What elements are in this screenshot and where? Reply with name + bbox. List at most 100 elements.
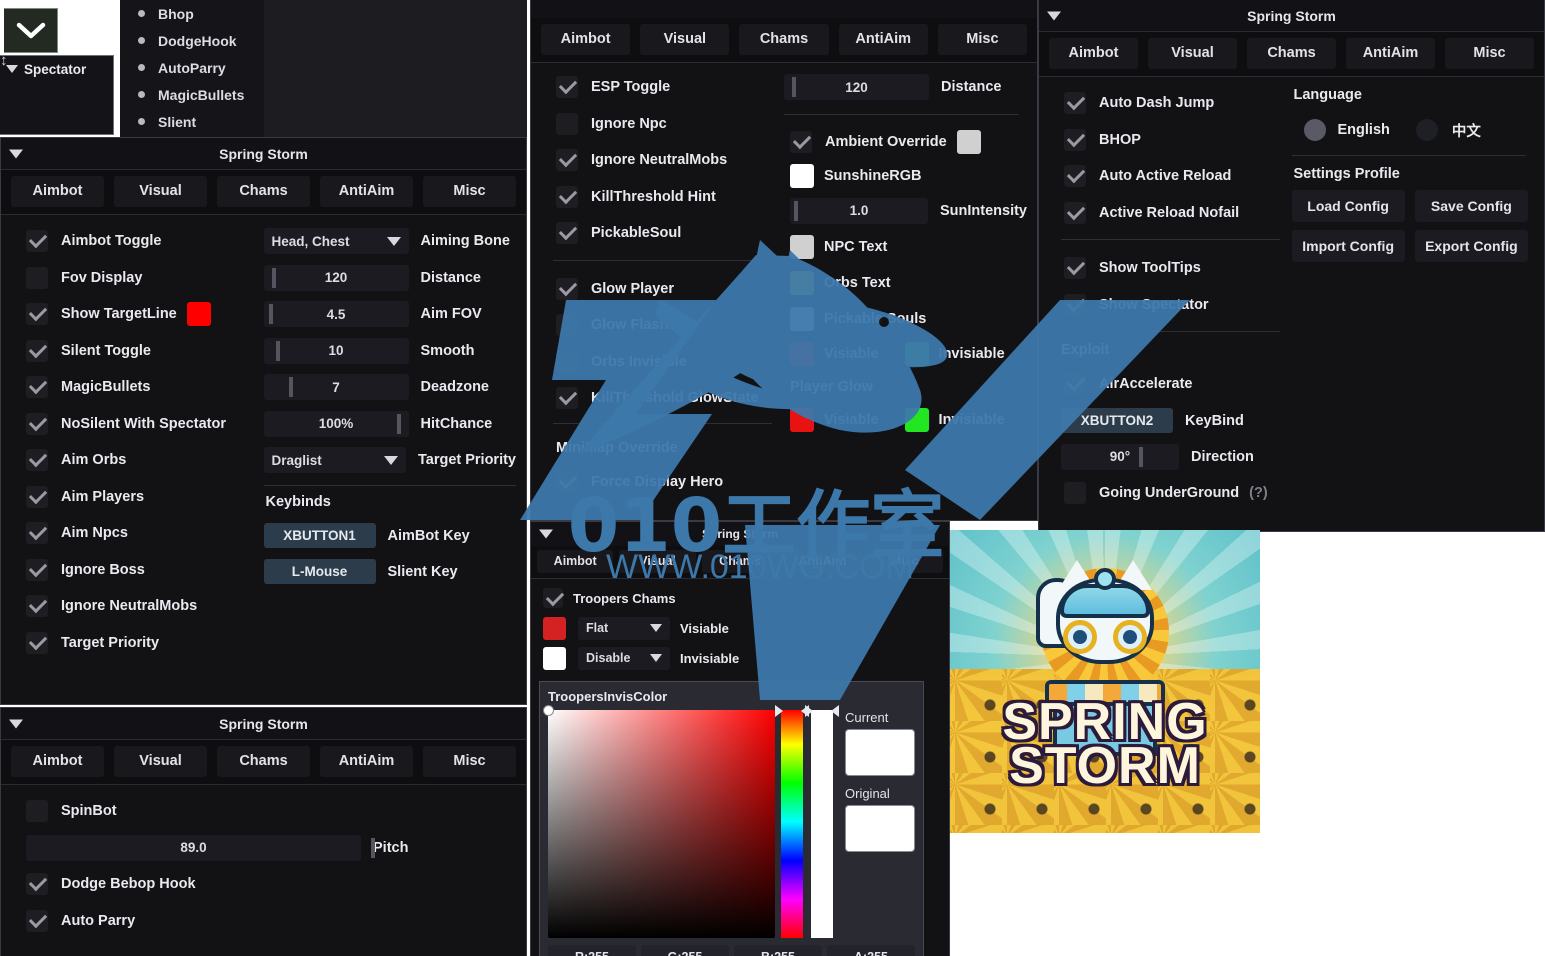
checkbox[interactable]: [26, 266, 48, 289]
option-glow-player[interactable]: Glow Player: [541, 271, 784, 308]
checkbox[interactable]: [556, 222, 578, 245]
tab-antiaim[interactable]: AntiAim: [1346, 38, 1435, 69]
checkbox[interactable]: [26, 800, 48, 823]
antiaim-panel-header[interactable]: Spring Storm: [1, 708, 526, 740]
ambient-color-swatch[interactable]: [956, 129, 981, 154]
checkbox[interactable]: [543, 588, 563, 608]
checkbox[interactable]: [26, 909, 48, 932]
alpha-arrow-right-icon[interactable]: [831, 705, 839, 717]
import-config-button[interactable]: Import Config: [1291, 230, 1405, 262]
tab-chams[interactable]: Chams: [217, 746, 310, 777]
checkbox[interactable]: [556, 387, 578, 410]
option-spinbot[interactable]: SpinBot: [11, 793, 516, 830]
option-orbs-invisible[interactable]: Orbs Invisible: [541, 344, 784, 381]
tab-misc[interactable]: Misc: [937, 24, 1028, 55]
tab-chams[interactable]: Chams: [739, 24, 829, 55]
invisiable-color-swatch[interactable]: [904, 408, 929, 432]
green-field[interactable]: G:255: [641, 945, 729, 956]
option-going-underground[interactable]: Going UnderGround (?): [1049, 475, 1292, 512]
option-sunshine-rgb[interactable]: SunshineRGB: [784, 159, 1027, 193]
checkbox[interactable]: [556, 76, 578, 99]
direction-slider[interactable]: 90°: [1061, 443, 1179, 470]
caret-down-icon[interactable]: [6, 65, 18, 73]
option-dodge-bebop-hook[interactable]: Dodge Bebop Hook: [11, 866, 516, 903]
chams-invisiable-mode-select[interactable]: Disable: [578, 646, 670, 670]
tab-misc[interactable]: Misc: [1445, 38, 1534, 69]
checkbox[interactable]: [556, 314, 578, 337]
slider-knob[interactable]: [271, 267, 276, 288]
visual-distance-slider[interactable]: 120: [784, 74, 929, 101]
deadzone-slider[interactable]: 7: [263, 374, 409, 401]
hitchance-slider[interactable]: 100%: [263, 410, 409, 437]
radio-english[interactable]: [1303, 119, 1326, 141]
option-auto-parry[interactable]: Auto Parry: [11, 903, 516, 940]
checkbox[interactable]: [26, 339, 48, 362]
slider-knob[interactable]: [268, 304, 273, 325]
misc-panel-header[interactable]: Spring Storm: [1039, 0, 1544, 32]
option-show-tooltips[interactable]: Show ToolTips: [1049, 250, 1292, 287]
tab-aimbot[interactable]: Aimbot: [1049, 38, 1138, 69]
checkbox[interactable]: [1064, 257, 1086, 280]
chams-panel-header[interactable]: Spring Storm: [531, 522, 949, 546]
chevron-down-button[interactable]: [4, 8, 58, 53]
option-ignore-boss[interactable]: Ignore Boss: [11, 552, 264, 589]
radio-chinese[interactable]: [1415, 119, 1438, 141]
option-fov-display[interactable]: Fov Display: [11, 260, 264, 297]
distance-slider[interactable]: 120: [263, 264, 409, 291]
option-ignore-npc[interactable]: Ignore Npc: [541, 106, 784, 143]
option-show-targetline[interactable]: Show TargetLine: [11, 296, 264, 333]
option-troopers-chams[interactable]: Troopers Chams: [531, 583, 949, 613]
slider-knob[interactable]: [371, 837, 375, 858]
exploit-key-button[interactable]: XBUTTON2: [1061, 408, 1173, 433]
save-config-button[interactable]: Save Config: [1414, 190, 1528, 222]
checkbox[interactable]: [556, 277, 578, 300]
option-ambient-override[interactable]: Ambient Override: [784, 125, 1027, 159]
tab-visual[interactable]: Visual: [640, 24, 730, 55]
option-killthreshold-hint[interactable]: KillThreshold Hint: [541, 179, 784, 216]
npc-text-color-swatch[interactable]: [790, 235, 814, 259]
tab-chams[interactable]: Chams: [701, 550, 779, 573]
option-show-spectator[interactable]: Show Spectator: [1049, 287, 1292, 324]
chams-visiable-mode-select[interactable]: Flat: [578, 616, 670, 640]
tab-aimbot[interactable]: Aimbot: [537, 550, 614, 573]
target-priority-select[interactable]: Draglist: [263, 447, 406, 474]
checkbox[interactable]: [556, 350, 578, 373]
hue-slider[interactable]: [775, 705, 810, 938]
option-auto-active-reload[interactable]: Auto Active Reload: [1049, 158, 1292, 195]
blue-field[interactable]: B:255: [734, 945, 822, 956]
aimbot-panel-header[interactable]: Spring Storm: [1, 138, 526, 170]
tab-aimbot[interactable]: Aimbot: [11, 746, 104, 777]
checkbox[interactable]: [556, 185, 578, 208]
option-pickable-souls[interactable]: Pickable Souls: [784, 301, 1027, 337]
checkbox[interactable]: [1064, 482, 1086, 505]
option-ignore-neutralmobs[interactable]: Ignore NeutralMobs: [541, 142, 784, 179]
caret-down-icon[interactable]: [1047, 11, 1061, 20]
option-orbs-text[interactable]: Orbs Text: [784, 265, 1027, 301]
option-ignore-neutralmobs[interactable]: Ignore NeutralMobs: [11, 588, 264, 625]
tab-antiaim[interactable]: AntiAim: [320, 176, 413, 207]
chams-visiable-color-swatch[interactable]: [543, 616, 566, 640]
help-hint-icon[interactable]: (?): [1249, 485, 1268, 501]
checkbox[interactable]: [26, 376, 48, 399]
alpha-arrow-left-icon[interactable]: [805, 705, 814, 717]
sunshine-color-swatch[interactable]: [790, 163, 814, 188]
tab-visual[interactable]: Visual: [114, 176, 207, 207]
option-esp-toggle[interactable]: ESP Toggle: [541, 69, 784, 106]
checkbox[interactable]: [26, 558, 48, 581]
option-aim-npcs[interactable]: Aim Npcs: [11, 515, 264, 552]
option-aim-players[interactable]: Aim Players: [11, 479, 264, 516]
load-config-button[interactable]: Load Config: [1291, 190, 1405, 222]
caret-down-icon[interactable]: [9, 719, 23, 728]
aimbot-key-button[interactable]: XBUTTON1: [263, 523, 376, 548]
tab-visual[interactable]: Visual: [619, 550, 696, 573]
resize-handle-icon[interactable]: ↕: [0, 52, 8, 69]
option-magicbullets[interactable]: MagicBullets: [11, 369, 264, 406]
red-field[interactable]: R:255: [548, 945, 636, 956]
hue-arrow-left-icon[interactable]: [775, 705, 784, 717]
original-color-box[interactable]: [845, 805, 915, 852]
tab-misc[interactable]: Misc: [423, 176, 516, 207]
invisiable-color-swatch[interactable]: [904, 342, 929, 366]
slider-knob[interactable]: [1139, 446, 1143, 467]
checkbox[interactable]: [26, 873, 48, 896]
checkbox[interactable]: [556, 470, 578, 493]
